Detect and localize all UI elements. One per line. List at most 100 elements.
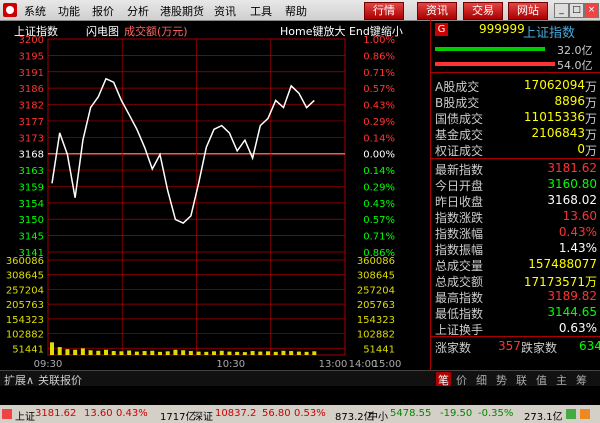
maximize-icon[interactable]: □ — [569, 3, 584, 18]
volume-tick-right: 205763 — [357, 300, 395, 311]
row-value: 8896 — [554, 94, 585, 108]
time-tick: 13:00 — [319, 359, 348, 370]
volume-bar — [150, 350, 155, 355]
time-tick: 09:30 — [34, 359, 63, 370]
volume-row: B股成交 8896 万 — [435, 94, 597, 110]
volume-bar — [312, 351, 317, 355]
time-tick: 15:00 — [373, 359, 402, 370]
price-tick: 3177 — [19, 117, 44, 128]
row-value: 0 — [577, 142, 585, 156]
info-button[interactable]: 资讯 — [417, 2, 457, 20]
sh-change: 13.60 — [84, 408, 113, 419]
trade-button[interactable]: 交易 — [463, 2, 503, 20]
volume-bar — [165, 351, 170, 355]
volume-bar — [289, 351, 294, 355]
close-icon[interactable]: × — [584, 3, 599, 18]
index-row: 总成交量 157488077 — [435, 257, 597, 273]
sh-percent: 0.43% — [116, 408, 148, 419]
row-label: 基金成交 — [435, 128, 484, 142]
volume-bar — [173, 349, 178, 355]
volume-bar — [50, 342, 54, 355]
index-row: 最高指数 3189.82 — [435, 289, 597, 305]
percent-tick: 0.57% — [363, 84, 395, 95]
menu-info[interactable]: 资讯 — [214, 3, 236, 19]
price-tick: 3145 — [19, 232, 44, 243]
website-button[interactable]: 网站 — [508, 2, 548, 20]
percent-tick: 0.57% — [363, 215, 395, 226]
menu-tools[interactable]: 工具 — [250, 3, 272, 19]
index-row: 指数涨幅 0.43% — [435, 225, 597, 241]
volume-row: A股成交 17062094 万 — [435, 78, 597, 94]
volume-tick-right: 360086 — [357, 256, 395, 267]
row-label: 总成交量 — [435, 259, 484, 273]
percent-tick: 0.29% — [363, 117, 395, 128]
row-label: 最高指数 — [435, 291, 484, 305]
menu-quote[interactable]: 报价 — [92, 3, 114, 19]
index-row: 指数振幅 1.43% — [435, 241, 597, 257]
stock-code: 999999 — [479, 22, 525, 36]
index-row: 指数涨跌 13.60 — [435, 209, 597, 225]
menu-hk-futures[interactable]: 港股期货 — [160, 3, 204, 19]
row-label: 国债成交 — [435, 112, 484, 126]
status-bar: 上证 3181.62 13.60 0.43% 1717亿 深证 10837.2 … — [0, 405, 600, 423]
app-logo-icon — [3, 3, 17, 17]
row-unit: 万 — [584, 112, 597, 126]
intraday-chart[interactable]: 上证指数 闪电图 成交额(万元) Home键放大 End键缩小 3200 1.00… — [0, 20, 430, 370]
volume-bar — [104, 349, 109, 355]
bottom-tab-bar: 扩展∧ 关联报价 笔价细势联值主筹 — [0, 370, 600, 388]
volume-row: 基金成交 2106843 万 — [435, 126, 597, 142]
volume-bar — [235, 351, 240, 355]
row-label: 权证成交 — [435, 144, 484, 158]
row-value: 3144.65 — [547, 305, 597, 319]
sz-percent: 0.53% — [294, 408, 326, 419]
up-count-label: 涨家数 — [435, 341, 472, 355]
row-label: 今日开盘 — [435, 179, 484, 193]
volume-bar — [227, 351, 232, 355]
sh-amount: 1717亿 — [160, 412, 196, 423]
inflow-bar — [435, 47, 545, 51]
sh-price: 3181.62 — [35, 408, 77, 419]
index-row: 最低指数 3144.65 — [435, 305, 597, 321]
volume-bar — [134, 351, 139, 355]
down-count-label: 跌家数 — [521, 341, 558, 355]
menu-analysis[interactable]: 分析 — [127, 3, 149, 19]
percent-tick: 0.43% — [363, 199, 395, 210]
row-value: 13.60 — [562, 209, 597, 223]
price-tick: 3191 — [19, 68, 44, 79]
inflow-value: 32.0亿 — [557, 44, 593, 57]
percent-tick: 0.14% — [363, 133, 395, 144]
volume-bar — [273, 351, 278, 355]
connection-icon — [566, 409, 576, 419]
volume-bar — [188, 351, 193, 355]
price-series-line — [51, 77, 315, 224]
volume-bar — [57, 347, 62, 355]
row-unit: 万 — [584, 128, 597, 142]
alert-icon[interactable] — [2, 409, 12, 419]
price-tick: 3195 — [19, 51, 44, 62]
index-row: 最新指数 3181.62 — [435, 161, 597, 177]
volume-bar — [242, 352, 247, 355]
percent-tick: 0.71% — [363, 232, 395, 243]
volume-bar — [127, 350, 132, 355]
volume-tick: 154323 — [6, 315, 44, 326]
menu-system[interactable]: 系统 — [24, 3, 46, 19]
row-label: 昨日收盘 — [435, 195, 484, 209]
sz-change: 56.80 — [262, 408, 291, 419]
volume-bar — [73, 349, 78, 355]
index-row: 总成交额 17173571万 — [435, 273, 597, 289]
menu-bar: 系统 功能 报价 分析 港股期货 资讯 工具 帮助 行情 资讯 交易 网站 _ … — [0, 0, 600, 21]
menu-function[interactable]: 功能 — [58, 3, 80, 19]
row-value: 11015336 — [523, 110, 585, 124]
index-row: 上证换手 0.63% — [435, 321, 597, 337]
volume-tick: 205763 — [6, 300, 44, 311]
menu-help[interactable]: 帮助 — [285, 3, 307, 19]
volume-tick: 257204 — [6, 285, 44, 296]
percent-tick: 1.00% — [363, 35, 395, 46]
settings-icon[interactable] — [580, 409, 590, 419]
row-label: A股成交 — [435, 80, 480, 94]
minimize-icon[interactable]: _ — [554, 3, 569, 18]
volume-bar — [142, 351, 147, 355]
volume-bar — [80, 348, 85, 355]
quote-button[interactable]: 行情 — [364, 2, 404, 20]
price-tick: 3200 — [19, 35, 44, 46]
